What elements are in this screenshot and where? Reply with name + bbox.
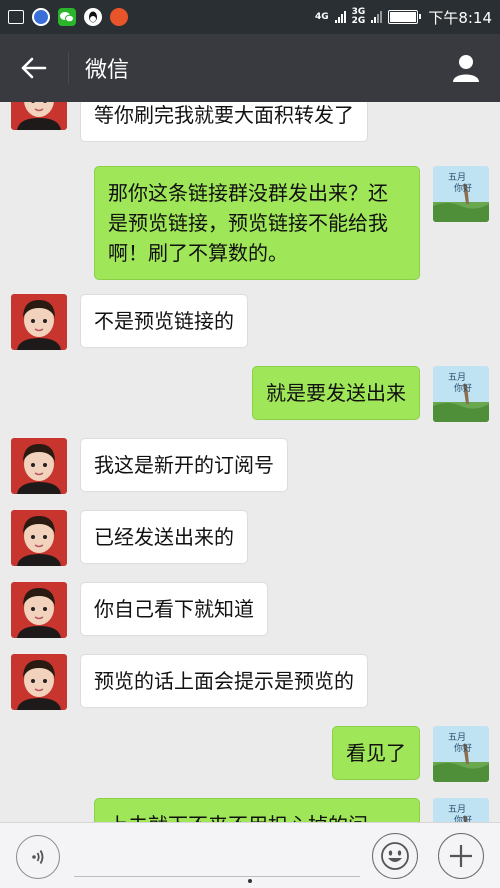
incoming-message[interactable]: 已经发送出来的 <box>80 510 248 564</box>
incoming-message[interactable]: 我这是新开的订阅号 <box>80 438 288 492</box>
signal-3g-icon <box>371 11 383 23</box>
contact-avatar[interactable] <box>11 294 67 350</box>
back-button[interactable] <box>0 34 68 102</box>
incoming-message[interactable]: 你自己看下就知道 <box>80 582 268 636</box>
contact-avatar[interactable] <box>11 582 67 638</box>
wechat-app-icon <box>58 8 76 26</box>
chat-info-button[interactable] <box>432 34 500 102</box>
more-button[interactable] <box>438 833 484 879</box>
title-divider <box>68 52 69 84</box>
network-4g-label: 4G <box>315 11 329 22</box>
network-2g-label: 2G <box>351 16 366 26</box>
svg-text:五月: 五月 <box>448 804 466 815</box>
smiley-icon <box>381 842 409 870</box>
voice-input-button[interactable] <box>16 835 60 879</box>
chat-area[interactable]: 等你刷完我就要大面积转发了 五月 你好 那你这条链接群没群发出来？还是预览链接，预览链… <box>0 102 500 822</box>
taobao-app-icon <box>110 8 128 26</box>
status-bar: 4G 3G 2G 下午8:14 <box>0 0 500 34</box>
plus-icon <box>450 845 472 867</box>
message-input[interactable] <box>74 841 360 877</box>
incoming-message[interactable]: 预览的话上面会提示是预览的 <box>80 654 368 708</box>
voice-icon <box>32 850 44 864</box>
screenshot-icon <box>8 10 24 24</box>
outgoing-message[interactable]: 看见了 <box>332 726 420 780</box>
my-avatar[interactable]: 五月 你好 <box>433 166 489 222</box>
svg-text:五月: 五月 <box>448 732 466 743</box>
incoming-message[interactable]: 等你刷完我就要大面积转发了 <box>80 102 368 142</box>
status-time: 下午8:14 <box>428 8 492 27</box>
qq-app-icon <box>84 8 102 26</box>
svg-text:你好: 你好 <box>454 382 472 394</box>
battery-icon <box>388 10 422 24</box>
contact-avatar[interactable] <box>11 438 67 494</box>
incoming-message[interactable]: 不是预览链接的 <box>80 294 248 348</box>
page-title: 微信 <box>85 58 130 83</box>
signal-4g-icon <box>334 11 346 23</box>
nav-indicator <box>248 879 252 883</box>
outgoing-message[interactable]: 上去就下不来不用担心掉的问 <box>94 798 420 822</box>
contact-avatar[interactable] <box>11 654 67 710</box>
svg-text:你好: 你好 <box>454 182 472 194</box>
contact-avatar[interactable] <box>11 102 67 130</box>
person-icon <box>453 55 479 82</box>
emoji-button[interactable] <box>372 833 418 879</box>
my-avatar[interactable]: 五月 你好 <box>433 366 489 422</box>
my-avatar[interactable]: 五月 你好 <box>433 726 489 782</box>
back-arrow-icon <box>21 57 47 79</box>
outgoing-message[interactable]: 就是要发送出来 <box>252 366 420 420</box>
my-avatar[interactable]: 五月 你好 <box>433 798 489 822</box>
svg-text:你好: 你好 <box>454 814 472 822</box>
svg-text:五月: 五月 <box>448 372 466 383</box>
contact-avatar[interactable] <box>11 510 67 566</box>
outgoing-message[interactable]: 那你这条链接群没群发出来？还是预览链接，预览链接不能给我啊！刷了不算数的。 <box>94 166 420 280</box>
title-bar: 微信 <box>0 34 500 102</box>
svg-text:五月: 五月 <box>448 172 466 183</box>
svg-text:你好: 你好 <box>454 742 472 754</box>
browser-app-icon <box>32 8 50 26</box>
